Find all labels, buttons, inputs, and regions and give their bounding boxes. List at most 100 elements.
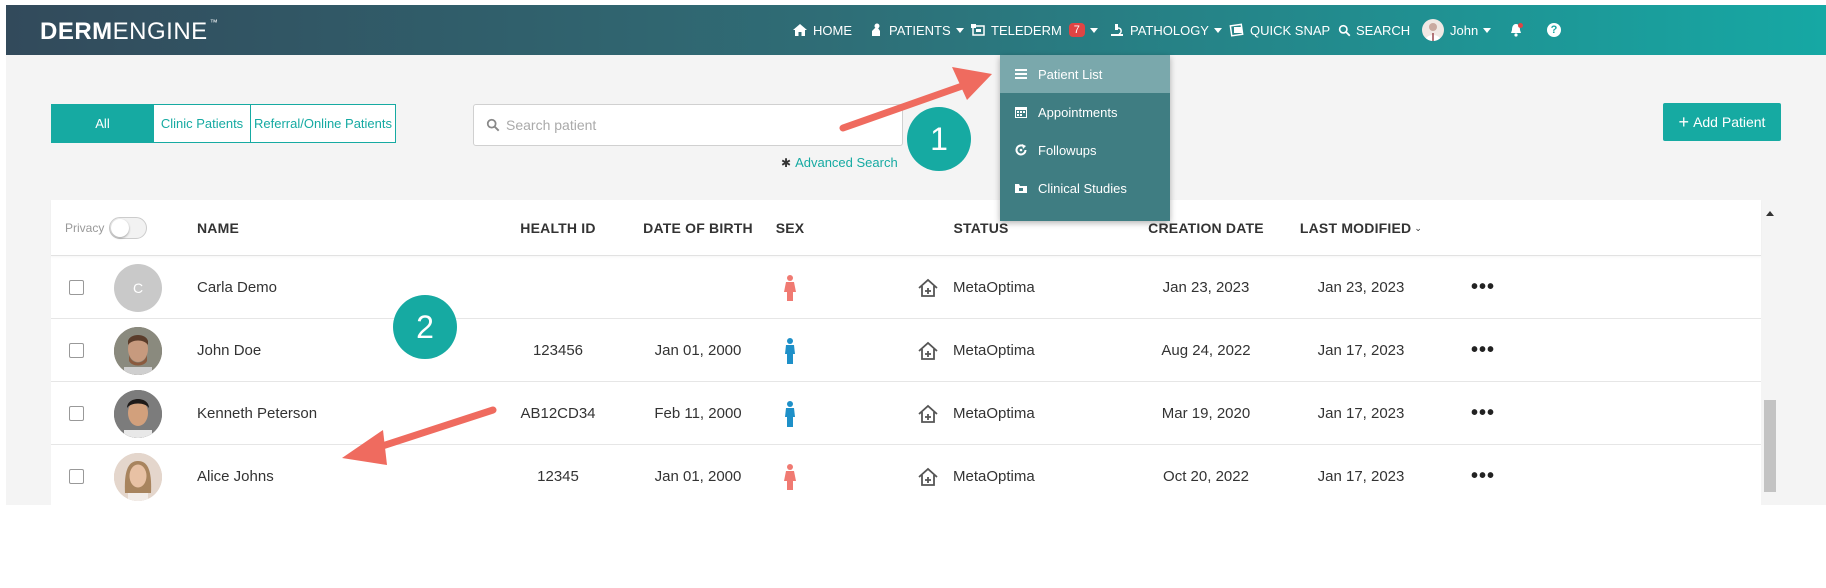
search-input[interactable]: [506, 117, 896, 133]
nav-pathology-label: PATHOLOGY: [1130, 22, 1209, 38]
advanced-search-link[interactable]: ✱ Advanced Search: [781, 155, 898, 170]
clinic-home-icon: [918, 467, 938, 486]
female-icon: [784, 463, 796, 490]
app-window: DERMENGINE ™ HOME PATIENTS TELEDERM 7 PAT…: [6, 5, 1826, 505]
health-id: AB12CD34: [520, 405, 596, 422]
nav-patients[interactable]: PATIENTS: [868, 5, 964, 55]
row-checkbox[interactable]: [69, 469, 84, 484]
sex-cell: [770, 445, 810, 505]
date-of-birth: Jan 01, 2000: [654, 342, 742, 359]
creation-date: Aug 24, 2022: [1161, 342, 1251, 359]
status-label: MetaOptima: [953, 468, 1035, 485]
callout-step-2: 2: [393, 295, 457, 359]
nav-telederm-label: TELEDERM: [991, 22, 1062, 38]
help-button[interactable]: ?: [1547, 5, 1561, 55]
health-id: [503, 256, 613, 319]
row-actions: •••: [1471, 319, 1495, 382]
row-checkbox[interactable]: [69, 406, 84, 421]
more-options-icon[interactable]: •••: [1471, 339, 1495, 362]
date-of-birth: Jan 01, 2000: [654, 468, 742, 485]
more-options-icon[interactable]: •••: [1471, 465, 1495, 488]
row-checkbox[interactable]: [69, 343, 84, 358]
menu-item-clinical-studies[interactable]: Clinical Studies: [1000, 169, 1170, 207]
privacy-toggle-group: Privacy: [65, 200, 148, 256]
scroll-up-arrow-icon[interactable]: [1766, 211, 1774, 216]
notifications-button[interactable]: [1508, 5, 1529, 55]
top-navbar: DERMENGINE ™ HOME PATIENTS TELEDERM 7 PAT…: [6, 5, 1826, 55]
patient-name[interactable]: Carla Demo: [197, 256, 277, 319]
menu-item-followups[interactable]: Followups: [1000, 131, 1170, 169]
sort-chevron-icon: ⌄: [1414, 222, 1423, 233]
last-modified-date: Jan 17, 2023: [1317, 468, 1405, 485]
table-row[interactable]: Alice Johns 12345 Jan 01, 2000 MetaOptim…: [51, 445, 1761, 505]
telederm-icon: [971, 24, 985, 36]
home-icon: [793, 24, 807, 36]
menu-item-patient-list[interactable]: Patient List: [1000, 55, 1170, 93]
nav-user-menu[interactable]: John: [1422, 5, 1492, 55]
column-header-dob[interactable]: DATE OF BIRTH: [633, 200, 763, 256]
health-id: 123456: [532, 342, 584, 359]
row-checkbox-cell: [69, 256, 84, 319]
nav-search[interactable]: SEARCH: [1338, 5, 1410, 55]
calendar-icon: [1015, 107, 1027, 118]
quick-snap-icon: [1229, 23, 1244, 37]
status-label: MetaOptima: [953, 405, 1035, 422]
column-header-last-modified[interactable]: LAST MODIFIED ⌄: [1296, 200, 1426, 256]
sex-cell: [770, 382, 810, 445]
table-row[interactable]: John Doe 123456 Jan 01, 2000 MetaOptima …: [51, 319, 1761, 382]
notification-count-badge: 7: [1068, 23, 1085, 37]
search-icon: [486, 118, 500, 132]
more-options-icon[interactable]: •••: [1471, 276, 1495, 299]
status-label: MetaOptima: [953, 279, 1035, 296]
privacy-toggle[interactable]: [109, 217, 148, 239]
column-header-health-id[interactable]: HEALTH ID: [503, 200, 613, 256]
female-icon: [784, 274, 796, 301]
add-patient-label: Add Patient: [1693, 114, 1766, 130]
column-header-sex[interactable]: SEX: [770, 200, 810, 256]
advanced-search-label: Advanced Search: [795, 155, 898, 170]
status-label: MetaOptima: [953, 342, 1035, 359]
nav-quick-snap-label: QUICK SNAP: [1250, 22, 1331, 38]
filter-clinic-button[interactable]: Clinic Patients: [153, 105, 250, 142]
filter-all-button[interactable]: All: [52, 105, 153, 142]
more-options-icon[interactable]: •••: [1471, 402, 1495, 425]
creation-date: Oct 20, 2022: [1163, 468, 1249, 485]
patient-filter-tabs: All Clinic Patients Referral/Online Pati…: [51, 104, 396, 143]
row-checkbox[interactable]: [69, 280, 84, 295]
nav-home[interactable]: HOME: [792, 5, 852, 55]
add-patient-button[interactable]: + Add Patient: [1663, 103, 1781, 141]
avatar-cell: [114, 382, 162, 445]
list-icon: [1015, 69, 1027, 79]
patient-name[interactable]: John Doe: [197, 319, 261, 382]
bell-icon: [1511, 23, 1523, 37]
avatar: [114, 389, 162, 438]
male-icon: [785, 400, 795, 427]
nav-patients-label: PATIENTS: [889, 22, 951, 38]
dermengine-logo[interactable]: DERMENGINE ™: [40, 18, 218, 46]
avatar: [114, 326, 162, 375]
last-modified-date: Jan 17, 2023: [1317, 405, 1405, 422]
last-modified-date: Jan 17, 2023: [1317, 342, 1405, 359]
table-row[interactable]: Kenneth Peterson AB12CD34 Feb 11, 2000 M…: [51, 382, 1761, 445]
last-modified-date: Jan 23, 2023: [1317, 279, 1405, 296]
nav-pathology[interactable]: PATHOLOGY: [1109, 5, 1222, 55]
nav-telederm[interactable]: TELEDERM 7: [970, 5, 1098, 55]
male-icon: [785, 337, 795, 364]
filter-referral-button[interactable]: Referral/Online Patients: [250, 105, 395, 142]
row-checkbox-cell: [69, 445, 84, 505]
column-header-name[interactable]: NAME: [197, 200, 239, 256]
menu-item-label: Clinical Studies: [1038, 180, 1127, 196]
patient-name[interactable]: Kenneth Peterson: [197, 382, 317, 445]
table-scrollbar[interactable]: [1762, 200, 1778, 505]
patients-icon: [872, 23, 880, 36]
folder-icon: [1015, 184, 1027, 193]
menu-item-appointments[interactable]: Appointments: [1000, 93, 1170, 131]
scrollbar-thumb[interactable]: [1764, 400, 1776, 492]
table-row[interactable]: C Carla Demo MetaOptima Jan 23, 2023 Jan…: [51, 256, 1761, 319]
patients-dropdown-menu: Patient List Appointments Followups Clin…: [1000, 55, 1170, 221]
date-of-birth: [633, 256, 763, 319]
nav-quick-snap[interactable]: QUICK SNAP: [1229, 5, 1330, 55]
chevron-down-icon: [955, 27, 964, 33]
clinic-home-icon: [918, 341, 938, 360]
patient-name[interactable]: Alice Johns: [197, 445, 274, 505]
